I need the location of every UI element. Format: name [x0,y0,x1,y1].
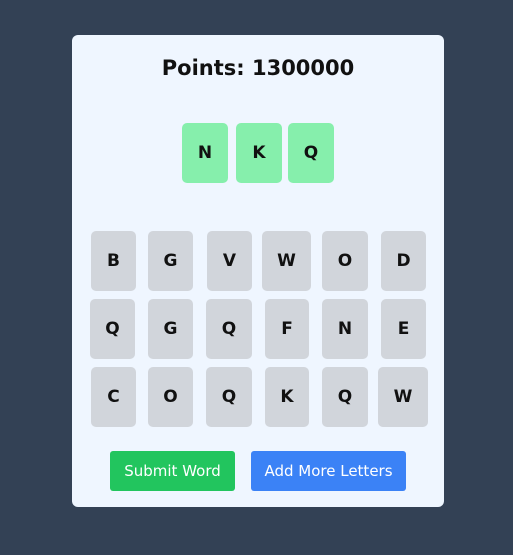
selected-letter-tile[interactable]: N [182,123,228,183]
letter-tile[interactable]: B [91,231,136,291]
letter-tile[interactable]: O [148,367,193,427]
letter-tile[interactable]: Q [322,367,368,427]
points-display: Points: 1300000 [72,56,444,80]
letter-tile[interactable]: W [262,231,311,291]
letter-tile[interactable]: Q [90,299,135,359]
submit-word-button[interactable]: Submit Word [110,451,235,491]
letter-tile[interactable]: C [91,367,136,427]
letter-tile[interactable]: G [148,299,193,359]
letter-tile[interactable]: D [381,231,426,291]
letter-tile[interactable]: E [381,299,426,359]
game-card: Points: 1300000 N K Q B G V W O D Q G Q … [72,35,444,507]
letter-tile[interactable]: G [148,231,193,291]
letter-tile[interactable]: O [322,231,368,291]
letter-tile[interactable]: Q [206,367,252,427]
letter-tile[interactable]: V [207,231,252,291]
letter-tile[interactable]: Q [206,299,252,359]
selected-letter-tile[interactable]: Q [288,123,334,183]
selected-letter-tile[interactable]: K [236,123,282,183]
letter-tile[interactable]: N [322,299,368,359]
letter-tile[interactable]: F [265,299,309,359]
points-label: Points: 1300000 [161,56,355,80]
letter-tile[interactable]: K [265,367,309,427]
add-more-letters-button[interactable]: Add More Letters [251,451,406,491]
letter-tile[interactable]: W [378,367,428,427]
